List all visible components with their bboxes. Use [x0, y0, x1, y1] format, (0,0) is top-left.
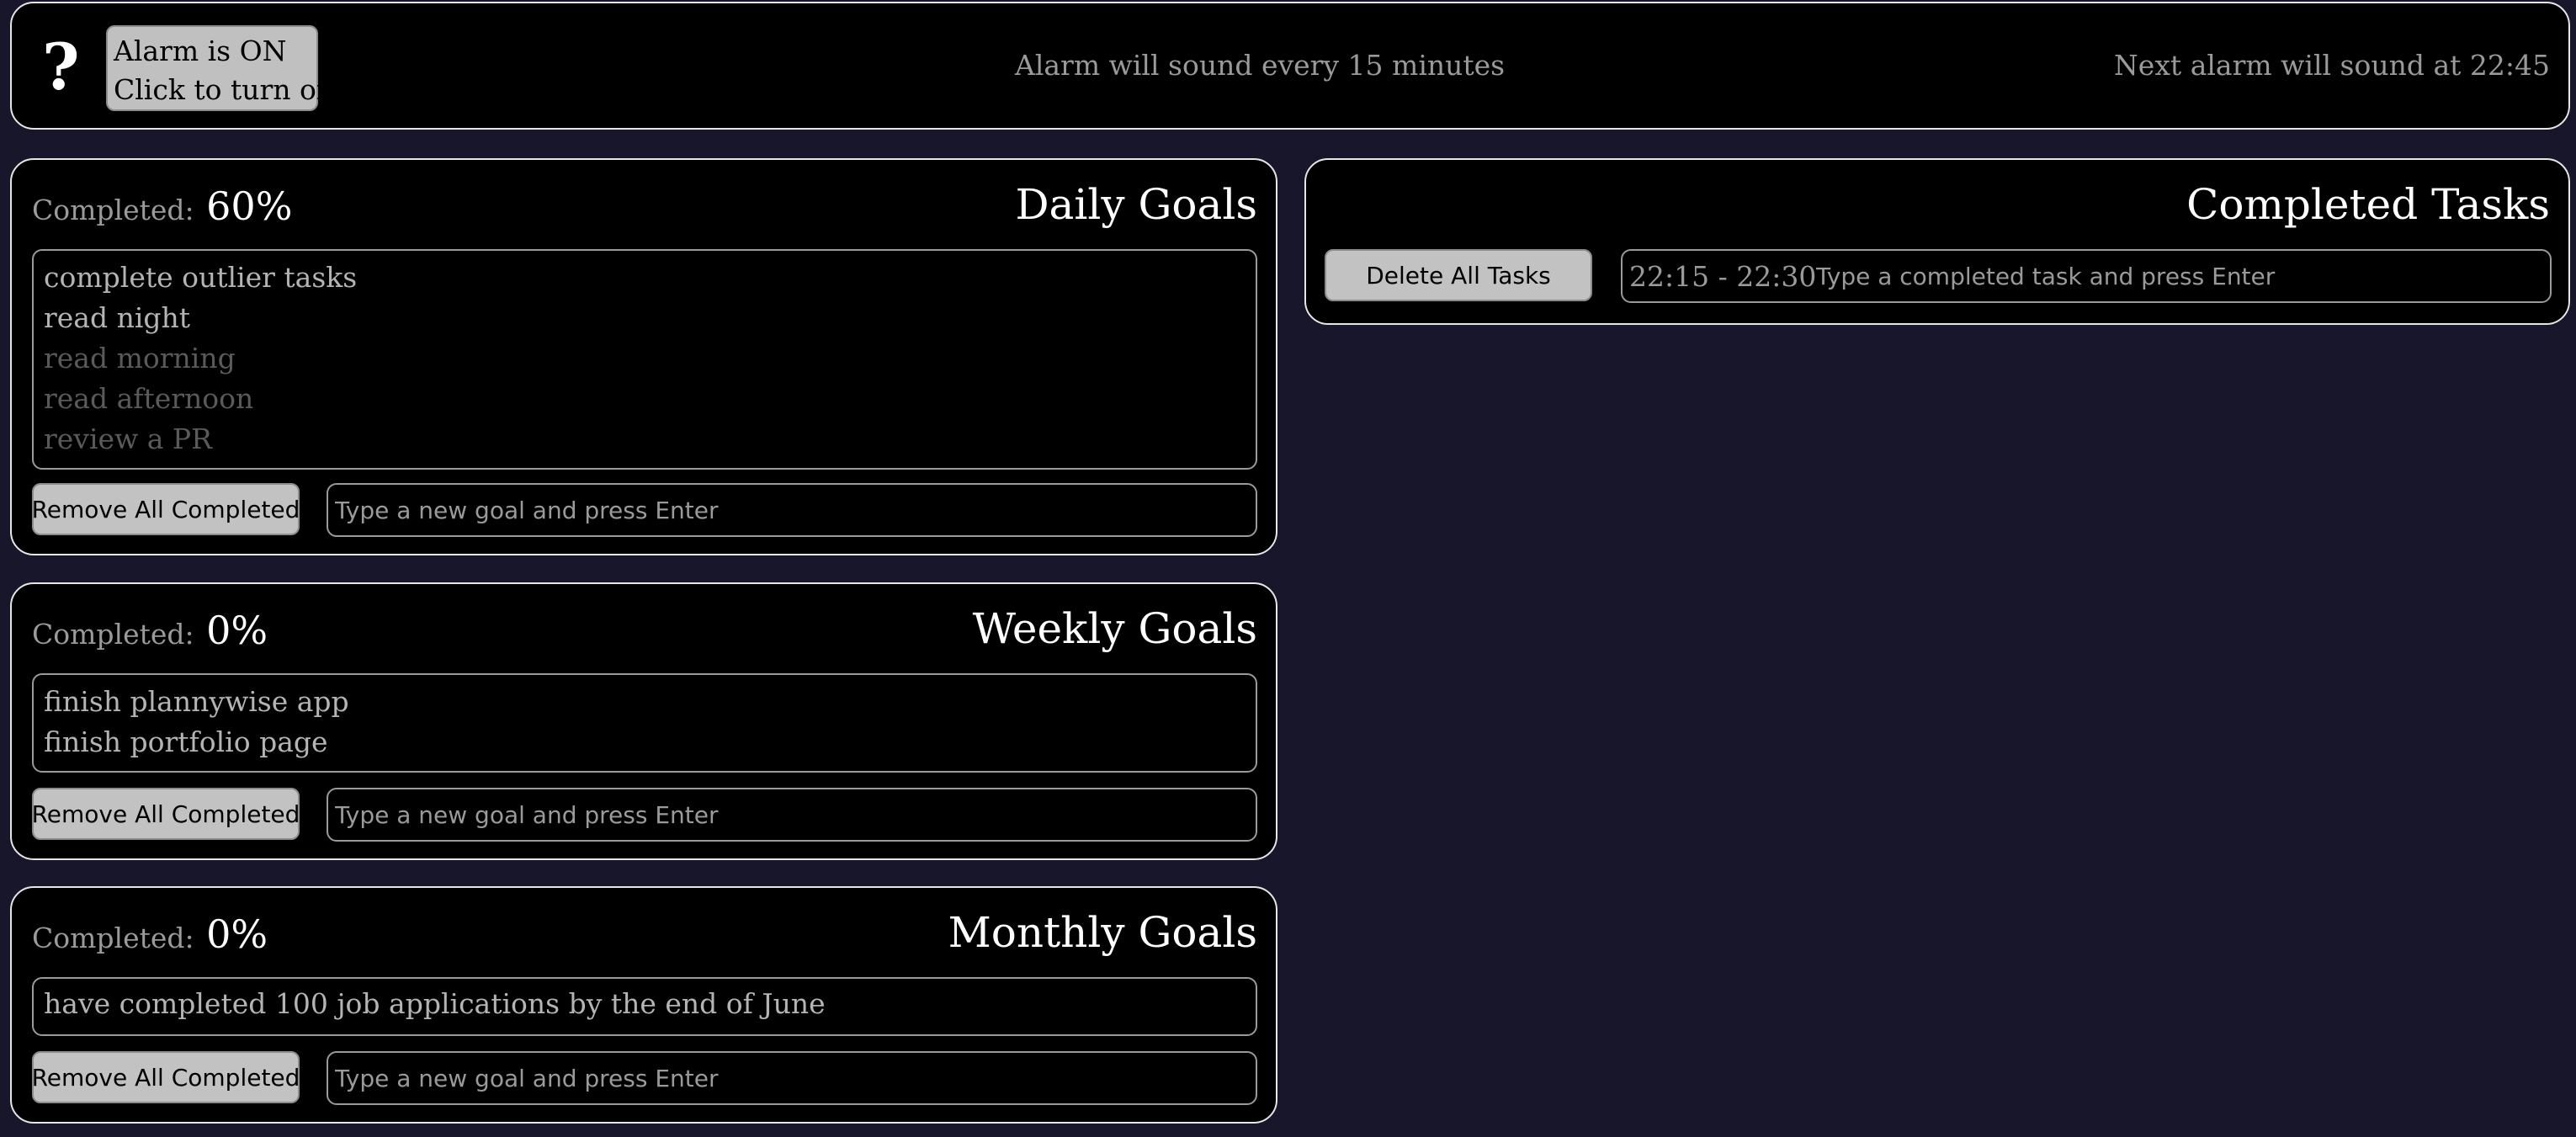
completed-percentage: 0%	[206, 911, 268, 957]
alarm-status-text: Alarm is ON	[114, 35, 287, 67]
goal-item-completed[interactable]: review a PR	[44, 419, 1246, 460]
delete-all-tasks-button[interactable]: Delete All Tasks	[1325, 249, 1592, 301]
goal-item-completed[interactable]: read afternoon	[44, 379, 1246, 419]
monthly-goals-panel: Completed: 0% Monthly Goals have complet…	[10, 886, 1277, 1124]
new-goal-input[interactable]	[327, 1051, 1257, 1105]
goal-item[interactable]: have completed 100 job applications by t…	[44, 984, 1246, 1024]
goal-item[interactable]: complete outlier tasks	[44, 258, 1246, 298]
panel-title: Completed Tasks	[2186, 180, 2550, 229]
panel-title: Monthly Goals	[948, 908, 1257, 957]
completed-label: Completed:	[32, 618, 194, 651]
new-goal-input[interactable]	[327, 483, 1257, 537]
completed-task-input[interactable]	[1816, 251, 2540, 301]
time-range-label: 22:15 - 22:30	[1629, 259, 1817, 293]
completed-task-entry: 22:15 - 22:30	[1621, 249, 2552, 303]
completed-label: Completed:	[32, 194, 194, 226]
completion-summary: Completed: 0%	[32, 608, 268, 653]
panel-title: Weekly Goals	[972, 604, 1257, 653]
alarm-action-text: Click to turn off	[114, 73, 337, 106]
goal-item[interactable]: finish plannywise app	[44, 682, 1246, 722]
goal-list: have completed 100 job applications by t…	[32, 977, 1257, 1036]
new-goal-input[interactable]	[327, 788, 1257, 842]
completed-percentage: 60%	[206, 183, 293, 229]
goal-item[interactable]: finish portfolio page	[44, 722, 1246, 762]
alarm-toggle-button[interactable]: Alarm is ON Click to turn off	[106, 25, 337, 111]
remove-all-completed-button[interactable]: Remove All Completed	[32, 788, 300, 840]
goal-item[interactable]: read night	[44, 298, 1246, 338]
completed-percentage: 0%	[206, 608, 268, 653]
help-icon[interactable]: ?	[42, 32, 80, 103]
weekly-goals-panel: Completed: 0% Weekly Goals finish planny…	[10, 582, 1277, 860]
panel-title: Daily Goals	[1015, 180, 1257, 229]
completion-summary: Completed: 60%	[32, 183, 292, 229]
completion-summary: Completed: 0%	[32, 911, 268, 957]
daily-goals-panel: Completed: 60% Daily Goals complete outl…	[10, 158, 1277, 555]
next-alarm-text: Next alarm will sound at 22:45	[2113, 49, 2550, 82]
alarm-bar: ? Alarm is ON Click to turn off Alarm wi…	[10, 2, 2570, 130]
remove-all-completed-button[interactable]: Remove All Completed	[32, 1051, 300, 1103]
remove-all-completed-button[interactable]: Remove All Completed	[32, 483, 300, 535]
goal-list: finish plannywise app finish portfolio p…	[32, 673, 1257, 773]
completed-tasks-panel: Completed Tasks Delete All Tasks 22:15 -…	[1304, 158, 2570, 325]
goal-item-completed[interactable]: read morning	[44, 338, 1246, 379]
completed-label: Completed:	[32, 922, 194, 954]
goal-list: complete outlier tasks read night read m…	[32, 249, 1257, 470]
alarm-interval-text: Alarm will sound every 15 minutes	[1015, 49, 1506, 82]
